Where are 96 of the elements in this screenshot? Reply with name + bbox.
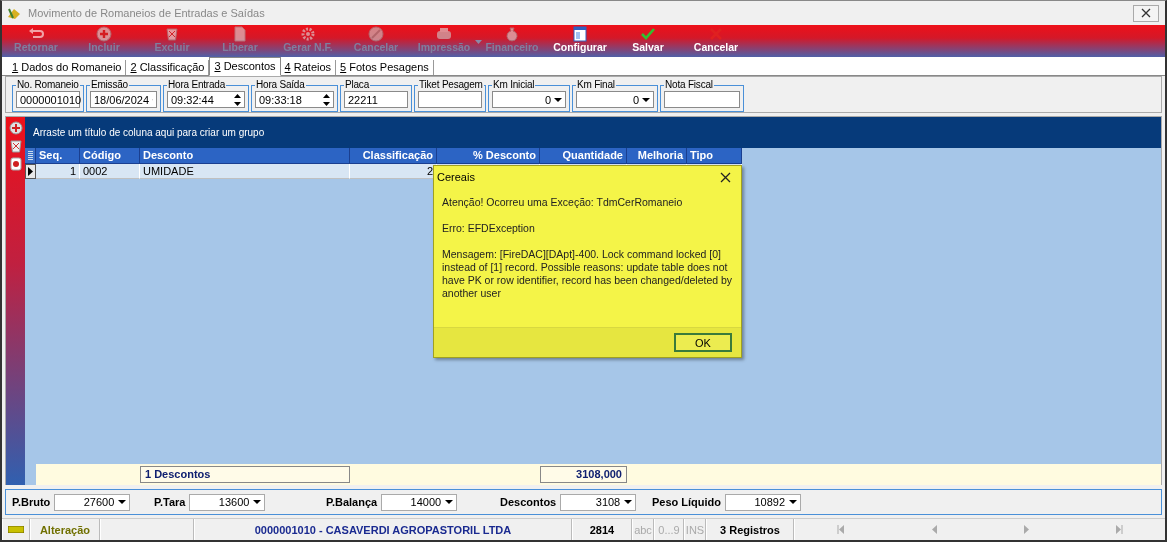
- close-button[interactable]: [1133, 4, 1159, 22]
- field-label: P.Bruto: [12, 496, 51, 508]
- plus-circle-icon: [96, 26, 112, 42]
- circle-icon: [368, 26, 384, 42]
- group-hint: Arraste um título de coluna aqui para criar um grupo: [33, 127, 265, 138]
- status-indicator: 0...9: [654, 519, 684, 540]
- status-code: 2814: [572, 519, 632, 540]
- column-header[interactable]: Seq.: [36, 148, 80, 164]
- last-record-icon: [1114, 525, 1123, 534]
- table-cell: 0002: [80, 164, 140, 179]
- trash-icon: [8, 139, 23, 153]
- input-field[interactable]: [664, 91, 740, 108]
- dropdown-field[interactable]: 14000: [381, 493, 458, 511]
- dropdown-field[interactable]: 27600: [54, 493, 131, 511]
- column-header[interactable]: Código: [80, 148, 140, 164]
- column-header[interactable]: Melhoria: [627, 148, 687, 164]
- cross-icon: [708, 26, 724, 42]
- document-icon: [8, 157, 23, 171]
- toolbar-button[interactable]: Configurar: [546, 25, 614, 57]
- table-cell: 2: [350, 164, 437, 179]
- input-field[interactable]: 09:33:18: [255, 91, 334, 108]
- money-bag-icon: [504, 26, 520, 42]
- input-field[interactable]: 0: [492, 91, 566, 108]
- input-field[interactable]: 09:32:44: [167, 91, 245, 108]
- dialog-message: Erro: EFDException: [442, 222, 536, 235]
- field-label: No. Romaneio: [16, 79, 80, 91]
- first-record-icon: [837, 525, 846, 534]
- field-label: P.Balança: [326, 496, 378, 508]
- dialog-title: Cereais: [437, 171, 476, 183]
- status-count: 3 Registros: [706, 519, 794, 540]
- ok-button[interactable]: OK: [674, 333, 732, 352]
- input-field[interactable]: 0: [576, 91, 654, 108]
- window-title: Movimento de Romaneios de Entradas e Saídas: [28, 7, 266, 19]
- column-header[interactable]: Classificação: [350, 148, 437, 164]
- printer-icon: [436, 26, 452, 42]
- input-field[interactable]: 22211: [344, 91, 408, 108]
- grid-icon: [27, 151, 33, 160]
- status-indicator: INS: [684, 519, 706, 540]
- field-label: Km Inicial: [492, 79, 536, 91]
- spinner-icon: [323, 93, 330, 106]
- summary-cell: 3108,000: [540, 466, 627, 483]
- field-label: Peso Líquido: [652, 496, 722, 508]
- field-label: Descontos: [500, 496, 557, 508]
- input-field[interactable]: [418, 91, 482, 108]
- dropdown-arrow-icon: [789, 500, 798, 504]
- table-cell: UMIDADE: [140, 164, 350, 179]
- dropdown-arrow-icon: [445, 500, 454, 504]
- field-label: Emissão: [90, 79, 129, 91]
- gear-icon: [300, 26, 316, 42]
- column-header[interactable]: Desconto: [140, 148, 350, 164]
- dropdown-arrow-icon: [118, 500, 127, 504]
- field-label: Tiket Pesagem: [418, 79, 484, 91]
- summary-cell: 1 Descontos: [140, 466, 350, 483]
- next-record-icon: [1022, 525, 1031, 534]
- status-indicator: abc: [632, 519, 654, 540]
- dropdown-arrow-icon: [253, 500, 262, 504]
- trash-icon: [164, 26, 180, 42]
- tab[interactable]: 3 Descontos: [209, 57, 281, 76]
- column-header[interactable]: Quantidade: [540, 148, 627, 164]
- table-cell: 1: [36, 164, 80, 179]
- dialog-message: Mensagem: [FireDAC][DApt]-400. Lock command locked [0] instead of [1] record. Possible reasons: update table does not have PK or row identifier, record has been changed/deleted by another user: [442, 248, 733, 300]
- previous-record-icon: [929, 525, 938, 534]
- input-field[interactable]: 18/06/2024: [90, 91, 157, 108]
- side-button[interactable]: [7, 138, 24, 154]
- window-icon: [572, 26, 588, 42]
- status-icon: [8, 526, 24, 533]
- field-label: Nota Fiscal: [664, 79, 714, 91]
- close-icon: [1141, 8, 1151, 18]
- tab[interactable]: 1 Dados do Romaneio: [8, 60, 127, 75]
- input-field[interactable]: 0000001010: [16, 91, 80, 108]
- dropdown-field[interactable]: 10892: [725, 493, 802, 511]
- column-header[interactable]: % Desconto: [437, 148, 540, 164]
- plus-circle-icon: [8, 121, 23, 135]
- tab[interactable]: 4 Rateios: [280, 60, 337, 75]
- toolbar-button[interactable]: Salvar: [614, 25, 682, 57]
- dropdown-arrow-icon: [642, 97, 650, 102]
- dialog-message: Atenção! Ocorreu uma Exceção: TdmCerRomaneio: [442, 196, 684, 209]
- dropdown-field[interactable]: 3108: [560, 493, 637, 511]
- field-label: P.Tara: [154, 496, 186, 508]
- side-button[interactable]: [7, 120, 24, 136]
- field-label: Hora Entrada: [167, 79, 227, 91]
- tab[interactable]: 5 Fotos Pesagens: [336, 60, 434, 75]
- field-label: Hora Saída: [255, 79, 306, 91]
- column-header[interactable]: Tipo: [687, 148, 742, 164]
- dropdown-field[interactable]: 13600: [189, 493, 266, 511]
- field-label: Km Final: [576, 79, 616, 91]
- check-icon: [640, 26, 656, 42]
- spinner-icon: [234, 93, 241, 106]
- status-mode: Alteração: [30, 519, 100, 540]
- side-button[interactable]: [7, 156, 24, 172]
- dropdown-arrow-icon: [624, 500, 633, 504]
- toolbar-button[interactable]: Cancelar: [682, 25, 750, 57]
- dropdown-arrow-icon: [554, 97, 562, 102]
- status-record: 0000001010 - CASAVERDI AGROPASTORIL LTDA: [194, 519, 572, 540]
- field-label: Placa: [344, 79, 370, 91]
- close-icon: [720, 171, 731, 183]
